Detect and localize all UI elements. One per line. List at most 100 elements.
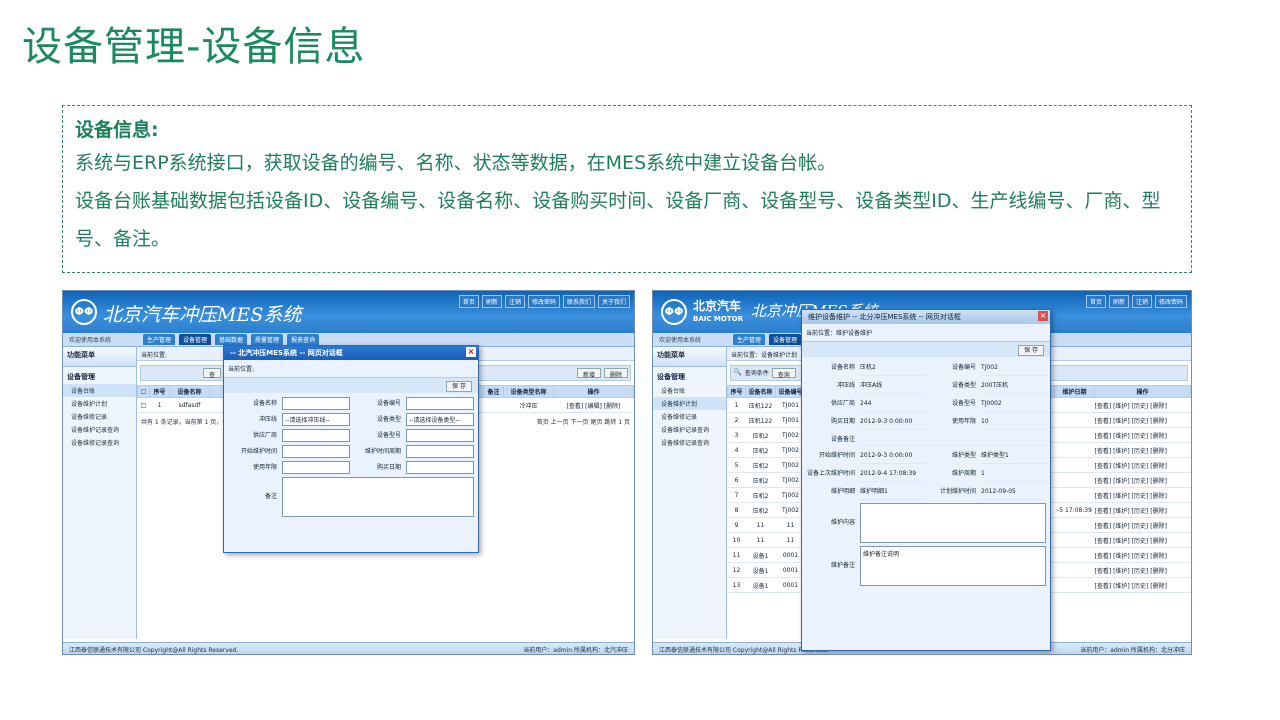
cell-name: 设备1 [745, 562, 776, 578]
sidebar-item-maint-plan[interactable]: 设备维护计划 [653, 397, 726, 410]
sidebar-group-equipment[interactable]: 设备管理 [63, 367, 136, 384]
about-link[interactable]: 关于我们 [597, 295, 630, 308]
sidebar-item-repair-query[interactable]: 设备维修记录查询 [653, 436, 726, 449]
brand-name: 北京汽车 [693, 299, 742, 313]
sidebar-item-repair-query[interactable]: 设备维修记录查询 [63, 436, 136, 449]
logout-link[interactable]: 注销 [1131, 295, 1152, 308]
start-maint-input[interactable] [282, 445, 350, 458]
cell-date [1054, 457, 1095, 473]
cell-date [1054, 547, 1095, 563]
footer-user: 当前用户：admin 所属机构：北分冲压 [1080, 647, 1185, 654]
cell-name: 压机122 [745, 397, 776, 413]
cell-date [1054, 412, 1095, 428]
cell-date [1054, 487, 1095, 503]
cell-date [1054, 532, 1095, 548]
maint-note-textarea[interactable]: 维护备注说明 [860, 546, 1046, 586]
tab-equipment[interactable]: 设备管理 [179, 334, 212, 345]
years-input[interactable] [282, 461, 350, 474]
app-title: 北京汽车冲压MES系统 [103, 304, 302, 326]
save-button[interactable]: 保 存 [1018, 345, 1044, 356]
cell-no: 5 [727, 457, 746, 473]
sidebar-item-ledger[interactable]: 设备台账 [63, 384, 136, 397]
cell-date: -5 17:08:39 [1054, 502, 1095, 518]
maint-content-textarea[interactable] [860, 503, 1046, 543]
close-icon[interactable]: × [1038, 311, 1048, 321]
sidebar-item-repair-record[interactable]: 设备维修记录 [653, 410, 726, 423]
row-actions[interactable]: [查看] [编辑] [删除] [553, 397, 634, 413]
query-button[interactable]: 查 [203, 368, 222, 379]
cell-ops[interactable]: [查看] [维护] [历史] [删除] [1094, 412, 1191, 428]
equipment-name-input[interactable] [282, 397, 350, 410]
cell-ops[interactable]: [查看] [维护] [历史] [删除] [1094, 472, 1191, 488]
equipment-type-select[interactable]: --请选择设备类型-- [406, 413, 474, 426]
sidebar-group-equipment[interactable]: 设备管理 [653, 367, 726, 384]
cell-ops[interactable]: [查看] [维护] [历史] [删除] [1094, 442, 1191, 458]
cell-date [1054, 577, 1095, 593]
cell-date [1054, 442, 1095, 458]
tab-production[interactable]: 生产管理 [143, 334, 176, 345]
sidebar-item-repair-record[interactable]: 设备维修记录 [63, 410, 136, 423]
tab-reports[interactable]: 报表查询 [287, 334, 320, 345]
cell-name: 压机2 [745, 472, 776, 488]
top-links: 首页 刷新 注销 修改密码 联系我们 关于我们 [458, 295, 630, 308]
tab-quality[interactable]: 质量管理 [251, 334, 284, 345]
search-button[interactable]: 查询 [771, 368, 796, 379]
refresh-link[interactable]: 刷新 [1108, 295, 1129, 308]
row-checkbox[interactable]: □ [137, 397, 150, 413]
press-line-select[interactable]: --请选择冲压线-- [282, 413, 350, 426]
cell-no: 1 [727, 397, 746, 413]
pager-nav[interactable]: 首页 上一页 下一页 尾页 跳转 1 页 [537, 417, 630, 426]
cell-date [1054, 397, 1095, 413]
cell-ops[interactable]: [查看] [维护] [历史] [删除] [1094, 487, 1191, 503]
cell-date [1054, 427, 1095, 443]
change-password-link[interactable]: 修改密码 [527, 295, 560, 308]
sidebar-header: 功能菜单 [63, 347, 136, 367]
cell-ops[interactable]: [查看] [维护] [历史] [删除] [1094, 427, 1191, 443]
footer-user: 当前用户：admin 所属机构：北汽冲压 [523, 647, 628, 654]
change-password-link[interactable]: 修改密码 [1154, 295, 1187, 308]
logo-icon: ΦΦ [661, 299, 687, 325]
tab-basic-data[interactable]: 基础数据 [215, 334, 248, 345]
model-input[interactable] [406, 429, 474, 442]
vendor-input[interactable] [282, 429, 350, 442]
screenshot-maintenance-plan: ΦΦ 北京汽车 BAIC MOTOR 北京冲压MES系统 首页 刷新 注销 修改… [652, 290, 1192, 655]
cell-ops[interactable]: [查看] [维护] [历史] [删除] [1094, 457, 1191, 473]
save-button[interactable]: 保 存 [446, 381, 472, 392]
tab-production[interactable]: 生产管理 [733, 334, 766, 345]
tab-equipment[interactable]: 设备管理 [769, 334, 802, 345]
sidebar-item-ledger[interactable]: 设备台账 [653, 384, 726, 397]
logout-link[interactable]: 注销 [504, 295, 525, 308]
cell-ops[interactable]: [查看] [维护] [历史] [删除] [1094, 562, 1191, 578]
add-button[interactable]: 新增 [576, 368, 601, 379]
home-link[interactable]: 首页 [1085, 295, 1106, 308]
description-line-2: 设备台账基础数据包括设备ID、设备编号、设备名称、设备购买时间、设备厂商、设备型… [75, 190, 1161, 250]
sidebar-item-maint-query[interactable]: 设备维护记录查询 [63, 423, 136, 436]
search-label: 查询条件 [744, 370, 769, 377]
cell-ops[interactable]: [查看] [维护] [历史] [删除] [1094, 547, 1191, 563]
cell-no: 10 [727, 532, 746, 548]
dialog-title: 维护设备维护 -- 北分冲压MES系统 -- 网页对话框 × [802, 310, 1050, 324]
cell-date [1054, 517, 1095, 533]
remark-textarea[interactable] [282, 477, 474, 517]
refresh-link[interactable]: 刷新 [481, 295, 502, 308]
col-checkbox[interactable]: □ [137, 385, 150, 398]
cell-ops[interactable]: [查看] [维护] [历史] [删除] [1094, 532, 1191, 548]
cell-ops[interactable]: [查看] [维护] [历史] [删除] [1094, 502, 1191, 518]
cell-name: 压机2 [745, 502, 776, 518]
sidebar-item-maint-plan[interactable]: 设备维护计划 [63, 397, 136, 410]
delete-button[interactable]: 删除 [603, 368, 628, 379]
buy-date-input[interactable] [406, 461, 474, 474]
cell-date [1054, 472, 1095, 488]
cell-ops[interactable]: [查看] [维护] [历史] [删除] [1094, 397, 1191, 413]
cell-ops[interactable]: [查看] [维护] [历史] [删除] [1094, 577, 1191, 593]
cell-ops[interactable]: [查看] [维护] [历史] [删除] [1094, 517, 1191, 533]
sidebar-header: 功能菜单 [653, 347, 726, 367]
maint-cycle-input[interactable] [406, 445, 474, 458]
close-icon[interactable]: × [466, 347, 476, 357]
description-heading: 设备信息: [75, 119, 159, 141]
contact-link[interactable]: 联系我们 [562, 295, 595, 308]
home-link[interactable]: 首页 [458, 295, 479, 308]
welcome-text: 欢迎使用本系统 [659, 337, 702, 344]
equipment-code-input[interactable] [406, 397, 474, 410]
sidebar-item-maint-query[interactable]: 设备维护记录查询 [653, 423, 726, 436]
